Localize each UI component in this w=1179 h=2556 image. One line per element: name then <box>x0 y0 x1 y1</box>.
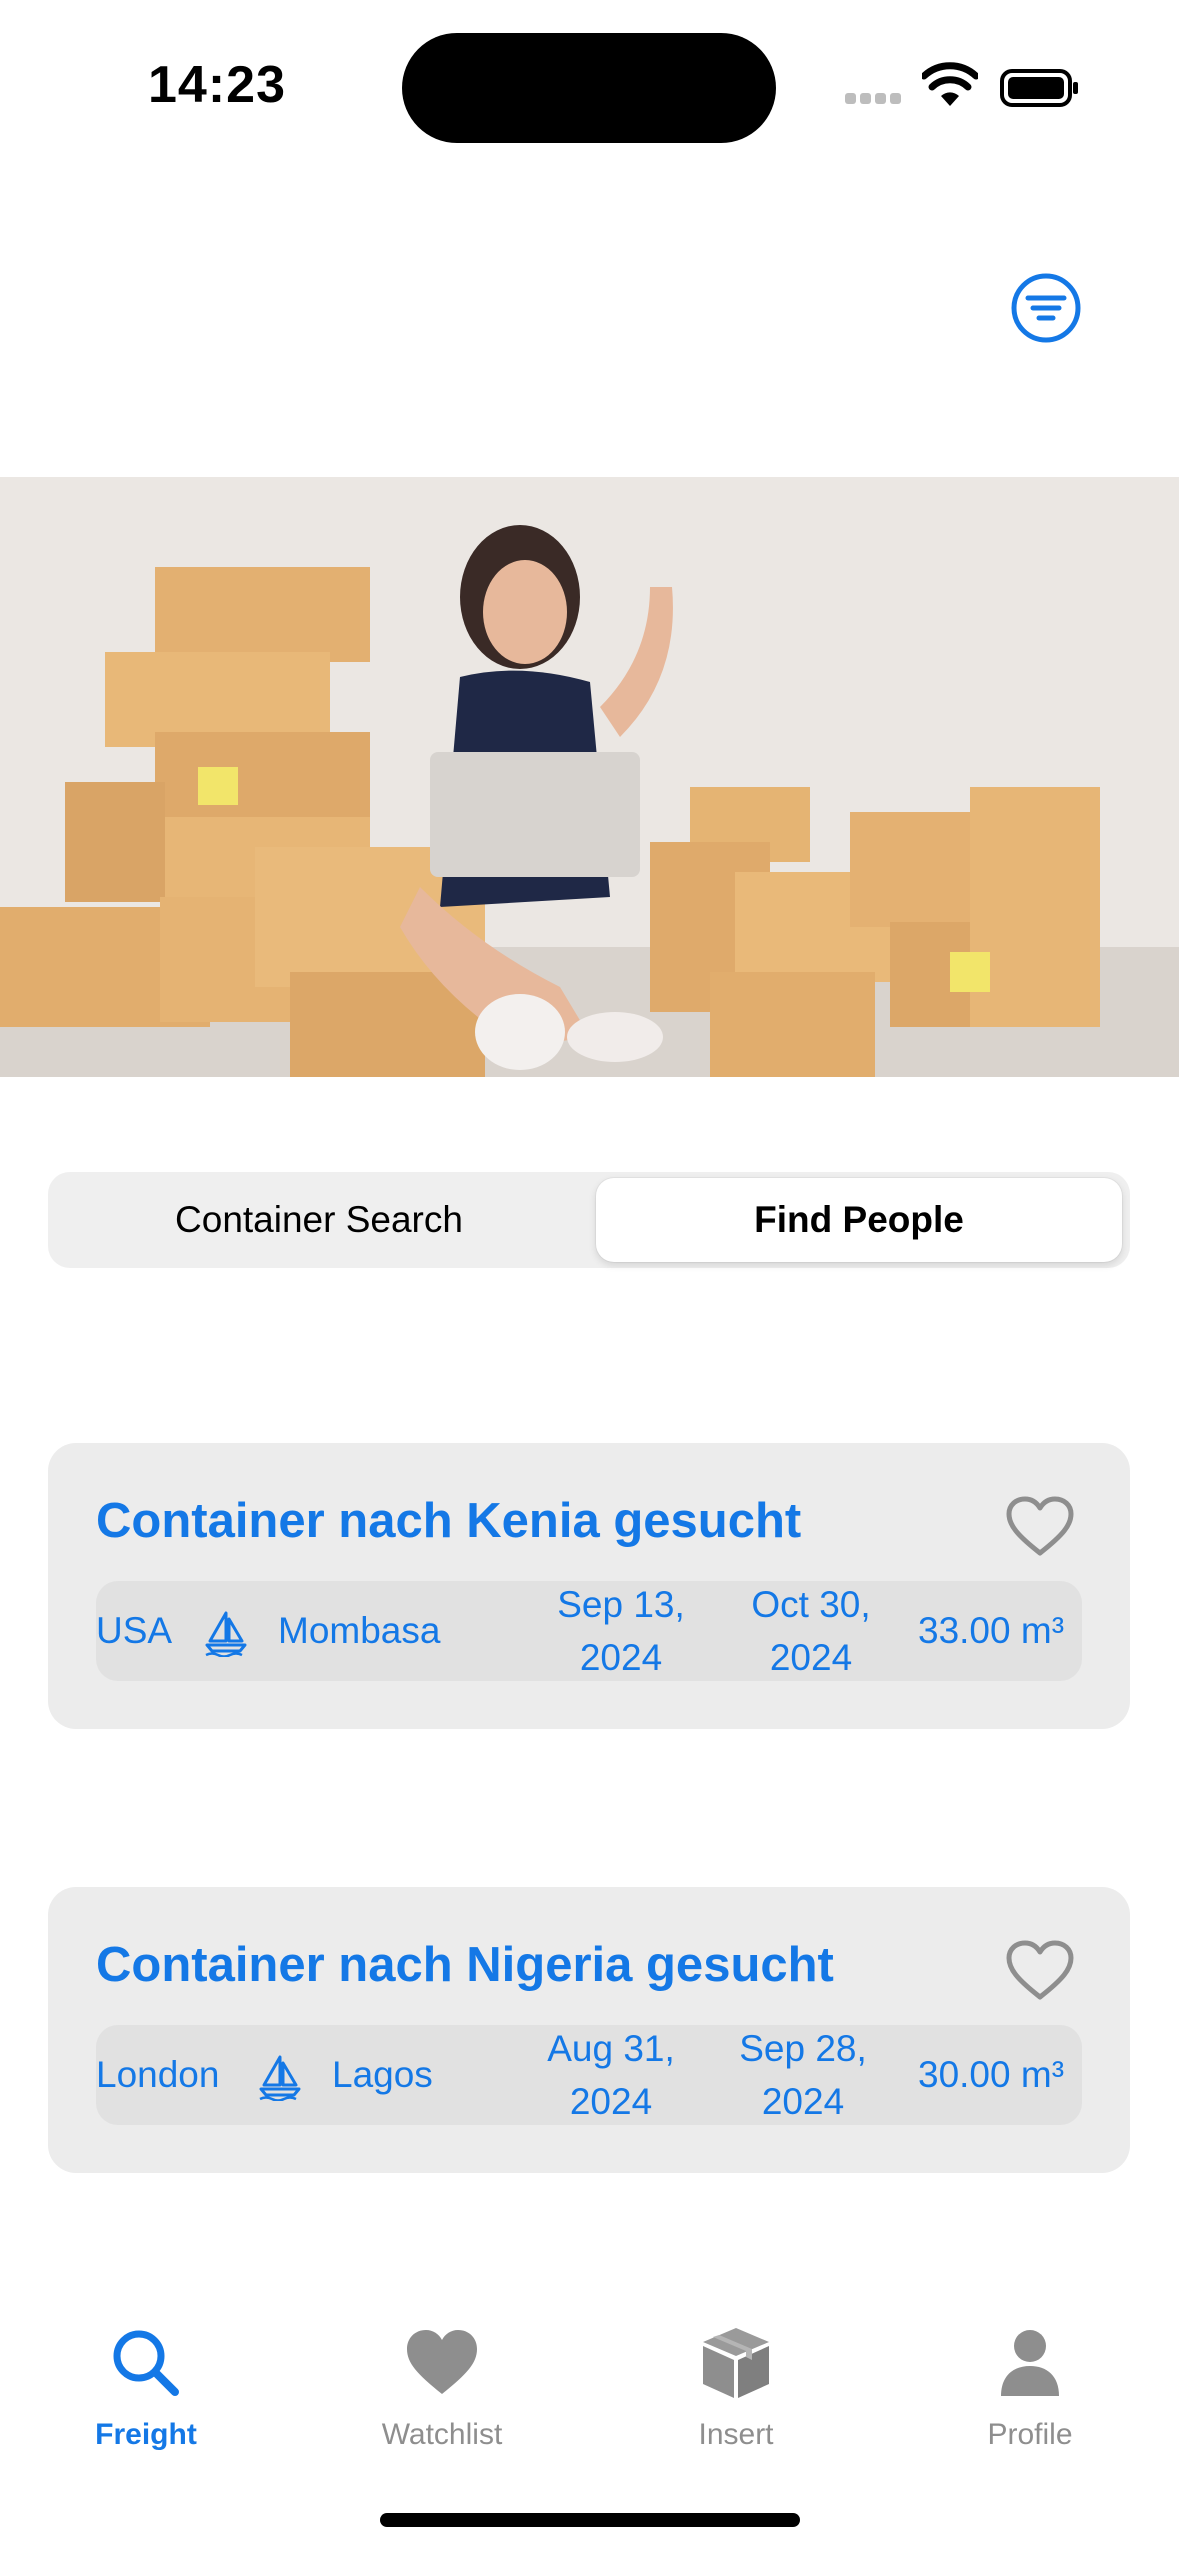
tab-label: Freight <box>95 2418 197 2451</box>
start-date-line2: 2024 <box>569 2081 653 2122</box>
end-date-line1: Oct 30, <box>751 1584 871 1625</box>
listing-card[interactable]: Container nach Kenia gesucht USA Mombasa… <box>48 1443 1130 1729</box>
tab-profile[interactable]: Profile <box>920 2322 1140 2472</box>
start-date: Sep 13, 2024 <box>516 1581 726 1681</box>
end-date-line2: 2024 <box>761 2081 845 2122</box>
listing-details-row: London Lagos Aug 31, 2024 Sep 28, 2024 3… <box>96 2025 1082 2125</box>
listing-card[interactable]: Container nach Nigeria gesucht London La… <box>48 1887 1130 2173</box>
cellular-signal-icon <box>845 93 903 105</box>
segmented-control: Container Search Find People <box>48 1172 1130 1268</box>
sailboat-icon <box>205 1611 247 1657</box>
destination-text: Mombasa <box>278 1610 441 1651</box>
dynamic-island <box>402 33 776 143</box>
volume-text: 30.00 m³ <box>918 2054 1065 2095</box>
origin-text: USA <box>96 1610 173 1651</box>
listing-title: Container nach Nigeria gesucht <box>96 1938 834 1992</box>
filter-icon[interactable] <box>1010 272 1082 344</box>
battery-icon <box>1000 69 1078 107</box>
end-date: Sep 28, 2024 <box>698 2025 908 2125</box>
person-icon <box>1001 2330 1059 2396</box>
segment-find-people[interactable]: Find People <box>596 1178 1122 1262</box>
home-indicator[interactable] <box>380 2513 800 2527</box>
heart-icon <box>407 2330 477 2394</box>
tab-watchlist[interactable]: Watchlist <box>332 2322 552 2472</box>
tab-label: Profile <box>987 2418 1073 2451</box>
end-date-line2: 2024 <box>769 1637 853 1678</box>
hero-image <box>0 477 1179 1077</box>
search-icon <box>113 2330 179 2396</box>
tab-label: Insert <box>698 2418 774 2451</box>
listing-title: Container nach Kenia gesucht <box>96 1494 802 1548</box>
heart-outline-icon[interactable] <box>1005 1939 1075 2003</box>
tab-freight[interactable]: Freight <box>36 2322 256 2472</box>
start-date-line1: Sep 13, <box>557 1584 685 1625</box>
tab-insert[interactable]: Insert <box>626 2322 846 2472</box>
listing-details-row: USA Mombasa Sep 13, 2024 Oct 30, 2024 33… <box>96 1581 1082 1681</box>
heart-outline-icon[interactable] <box>1005 1495 1075 1559</box>
start-date-line2: 2024 <box>579 1637 663 1678</box>
end-date: Oct 30, 2024 <box>706 1581 916 1681</box>
app-screen: 14:23 Container Search Find People Conta… <box>0 0 1179 2556</box>
destination-text: Lagos <box>332 2054 433 2095</box>
wifi-icon <box>922 62 978 106</box>
origin-text: London <box>96 2054 220 2095</box>
volume-text: 33.00 m³ <box>918 1610 1065 1651</box>
sailboat-icon <box>259 2055 301 2101</box>
end-date-line1: Sep 28, <box>739 2028 867 2069</box>
box-icon <box>703 2328 769 2398</box>
segment-container-search[interactable]: Container Search <box>54 1178 584 1262</box>
start-date: Aug 31, 2024 <box>506 2025 716 2125</box>
tab-label: Watchlist <box>381 2418 503 2451</box>
status-time: 14:23 <box>148 56 286 114</box>
start-date-line1: Aug 31, <box>547 2028 675 2069</box>
